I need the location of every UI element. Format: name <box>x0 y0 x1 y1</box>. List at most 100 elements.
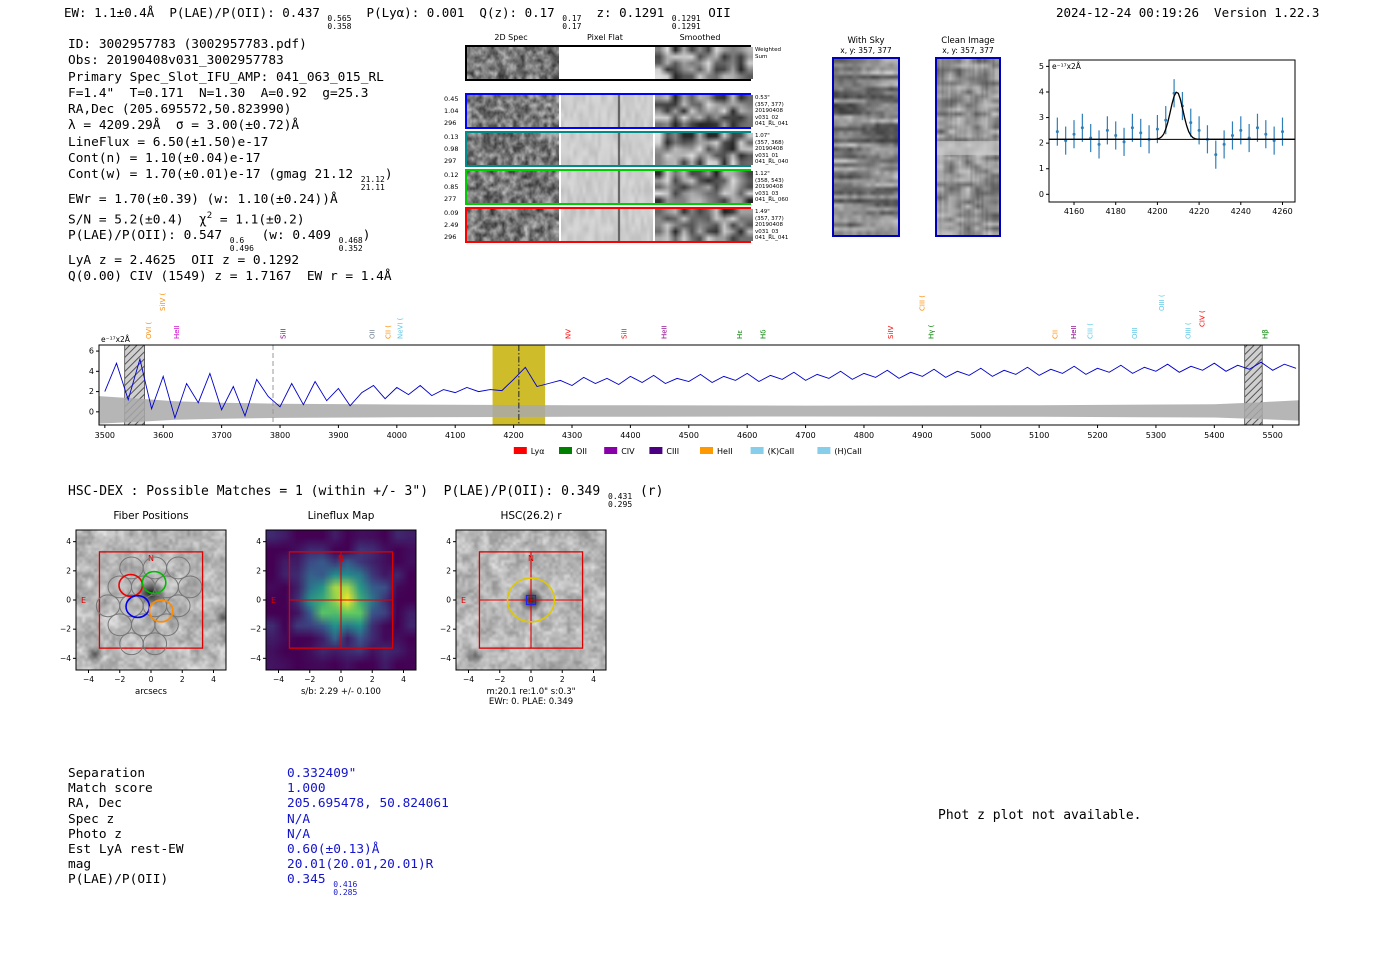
info-line: Obs: 20190408v031_3002957783 <box>68 53 393 69</box>
compass-east: E <box>81 596 86 605</box>
row-info-line: v031_03 <box>755 191 803 198</box>
x-tick-label: −4 <box>83 675 94 684</box>
text-segment: OII <box>701 5 731 20</box>
stacked-fraction: 0.60.496 <box>230 237 254 252</box>
match-label: mag <box>68 857 287 872</box>
emission-line-label: CIII ( <box>918 295 926 311</box>
emission-line-label: NV <box>564 329 572 339</box>
row-scale-value: 0.12 <box>444 171 465 179</box>
x-tick-label: 5300 <box>1146 431 1166 440</box>
match-label: Spec z <box>68 812 287 827</box>
x-tick-label: 4100 <box>445 431 465 440</box>
pixelflat-image <box>561 171 653 203</box>
row-fiber-info: 1.49"(357, 377)20190408v031_03041_RL_041 <box>755 209 803 242</box>
spec2d-image <box>467 47 559 79</box>
x-tick-label: 4200 <box>1147 207 1167 216</box>
row-info-line: 20190408 <box>755 146 803 153</box>
x-tick-label: 4160 <box>1064 207 1084 216</box>
text-segment: = 1.1(±0.2) <box>212 212 304 227</box>
fiber-circle <box>167 557 190 579</box>
line-fit-plot: 416041804200422042404260012345e⁻¹⁷x2Å <box>1030 50 1320 230</box>
clean-title: Clean Image <box>930 36 1006 46</box>
info-line: EWr = 1.70(±0.39) (w: 1.10(±0.24))Å <box>68 192 393 208</box>
smoothed-image <box>655 171 753 203</box>
spec2d-row: WeightedSum <box>465 45 751 81</box>
x-tick-label: 4500 <box>679 431 699 440</box>
x-tick-label: 5200 <box>1087 431 1107 440</box>
y-tick-label: 0 <box>89 407 94 416</box>
row-info-line: 20190408 <box>755 222 803 229</box>
smoothed-image <box>655 209 753 241</box>
text-segment: z: 0.1291 <box>581 5 671 20</box>
text-segment: P(LAE)/P(OII): 0.547 <box>68 228 230 243</box>
row-info-line: v031_02 <box>755 115 803 122</box>
x-tick-label: −4 <box>273 675 284 684</box>
clean-image-frame <box>935 57 1001 237</box>
x-tick-label: 2 <box>370 675 375 684</box>
match-row: mag20.01(20.01,20.01)R <box>68 857 449 872</box>
emission-line-label: CIV ( <box>1199 310 1207 327</box>
withsky-coords: x, y: 357, 377 <box>828 46 904 55</box>
fiber-circle <box>120 633 143 655</box>
legend-swatch <box>751 447 764 454</box>
row-scale-value: 0.98 <box>444 145 465 153</box>
spec2d-image <box>467 209 559 241</box>
x-tick-label: −4 <box>463 675 474 684</box>
text-segment: S/N = 5.2(±0.4) χ <box>68 212 207 227</box>
info-line: λ = 4209.29Å σ = 3.00(±0.72)Å <box>68 118 393 134</box>
spec2d-row: 0.451.042960.53"(357, 377)20190408v031_0… <box>465 93 751 129</box>
legend-swatch <box>604 447 617 454</box>
y-tick-label: 1 <box>1039 164 1044 173</box>
row-scale-value: 296 <box>444 119 465 127</box>
row-fiber-info: 1.12"(358, 543)20190408v031_03041_RL_060 <box>755 171 803 204</box>
x-tick-label: 0 <box>529 675 534 684</box>
x-axis-label: arcsecs <box>135 687 168 697</box>
x-tick-label: 3500 <box>95 431 115 440</box>
x-tick-label: 5000 <box>971 431 991 440</box>
x-tick-label: 4700 <box>795 431 815 440</box>
y-tick-label: 6 <box>89 347 94 356</box>
data-point <box>1114 134 1117 137</box>
info-line: Cont(n) = 1.10(±0.04)e-17 <box>68 151 393 167</box>
mag-caption: m:20.1 re:1.0" s:0.3" <box>486 687 575 697</box>
text-segment: Cont(n) = 1.10(±0.04)e-17 <box>68 151 261 166</box>
fiber-positions-cutout: Fiber Positions−4−4−2−2002244NEarcsecs <box>48 506 260 712</box>
hsc-r-cutout: HSC(26.2) r−4−4−2−2002244NEm:20.1 re:1.0… <box>428 506 640 712</box>
text-segment: 1.000 <box>287 781 326 796</box>
fiber-circle <box>120 557 143 579</box>
legend-label: Lyα <box>531 447 545 456</box>
row-info-line: 041_RL_040 <box>755 159 803 166</box>
fraction-bottom: 0.285 <box>333 889 357 897</box>
emission-line-label: OVI ( <box>145 322 153 339</box>
y-tick-label: 0 <box>1039 190 1044 199</box>
column-title-smoothed: Smoothed <box>653 33 747 42</box>
compass-east: E <box>461 596 466 605</box>
cutout-title: Fiber Positions <box>113 510 188 522</box>
row-info-line: 1.07" <box>755 133 803 140</box>
spec2d-row: 0.092.492961.49"(357, 377)20190408v031_0… <box>465 207 751 243</box>
row-scale-labels: 0.130.98297 <box>444 133 465 165</box>
fiber-circle <box>143 633 166 655</box>
x-tick-label: 4300 <box>562 431 582 440</box>
x-tick-label: 0 <box>149 675 154 684</box>
text-segment: N/A <box>287 827 310 842</box>
emission-line-label: SiIV <box>887 326 895 339</box>
match-label: Photo z <box>68 827 287 842</box>
text-segment: 205.695478, 50.824061 <box>287 796 449 811</box>
x-tick-label: 4200 <box>503 431 523 440</box>
emission-line-label: SiIV ( <box>159 293 167 311</box>
legend-swatch <box>649 447 662 454</box>
y-tick-label: 0 <box>446 596 451 605</box>
y-tick-label: −2 <box>60 625 71 634</box>
cutout-title: Lineflux Map <box>308 510 375 522</box>
y-tick-label: 0 <box>256 596 261 605</box>
text-segment: N/A <box>287 812 310 827</box>
cutout-title: HSC(26.2) r <box>500 510 562 522</box>
row-info-line: Weighted <box>755 47 803 54</box>
row-scale-value: 0.85 <box>444 183 465 191</box>
row-info-line: (357, 377) <box>755 102 803 109</box>
y-tick-label: 2 <box>89 387 94 396</box>
row-info-line: 041_RL_041 <box>755 121 803 128</box>
row-info-line: (357, 368) <box>755 140 803 147</box>
data-point <box>1214 153 1217 156</box>
